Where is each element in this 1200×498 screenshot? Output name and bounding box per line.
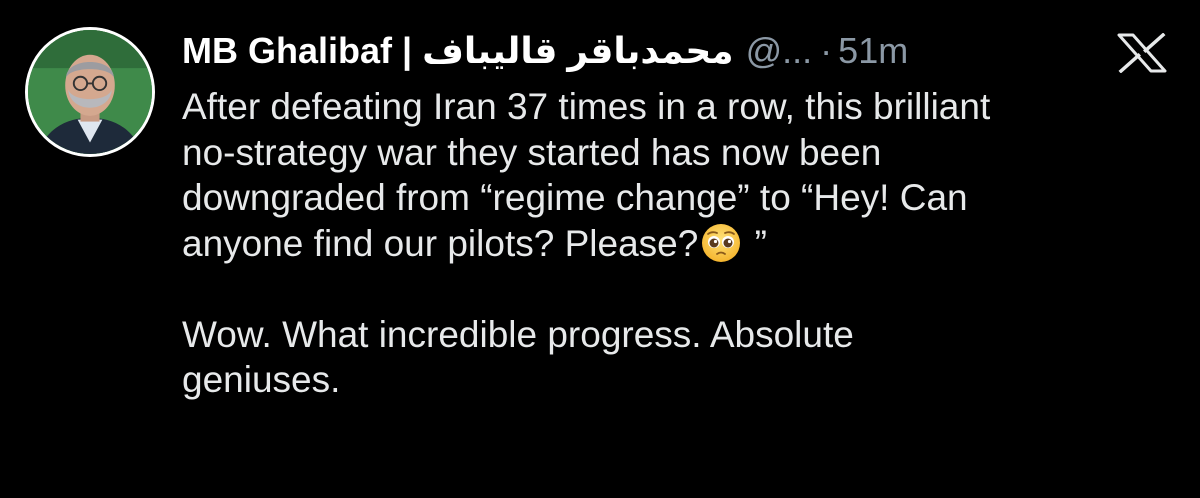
author-display-name[interactable]: MB Ghalibaf | محمدباقر قالیباف [182, 30, 734, 72]
tweet-line-text: anyone find our pilots? Please? [182, 222, 699, 264]
x-logo-icon[interactable] [1116, 33, 1168, 73]
tweet-header: MB Ghalibaf | محمدباقر قالیباف @... · 51… [182, 30, 908, 74]
header-separator: · [820, 30, 833, 71]
tweet-line: downgraded from “regime change” to “Hey!… [182, 177, 968, 218]
tweet-line: no-strategy war they started has now bee… [182, 131, 882, 173]
tweet-line-text: ” [744, 222, 767, 264]
profile-photo-icon [28, 30, 152, 154]
tweet-line: After defeating Iran 37 times in a row, … [182, 86, 991, 127]
tweet-line: geniuses. [182, 359, 341, 400]
author-handle[interactable]: @... [746, 30, 813, 72]
pleading-face-emoji-icon [700, 222, 742, 264]
timestamp[interactable]: 51m [838, 30, 908, 72]
tweet-text: After defeating Iran 37 times in a row, … [182, 84, 1182, 403]
tweet-line: Wow. What incredible progress. Absolute [182, 313, 854, 355]
tweet-line: anyone find our pilots? Please? ” [182, 221, 1182, 267]
avatar[interactable] [25, 27, 155, 157]
